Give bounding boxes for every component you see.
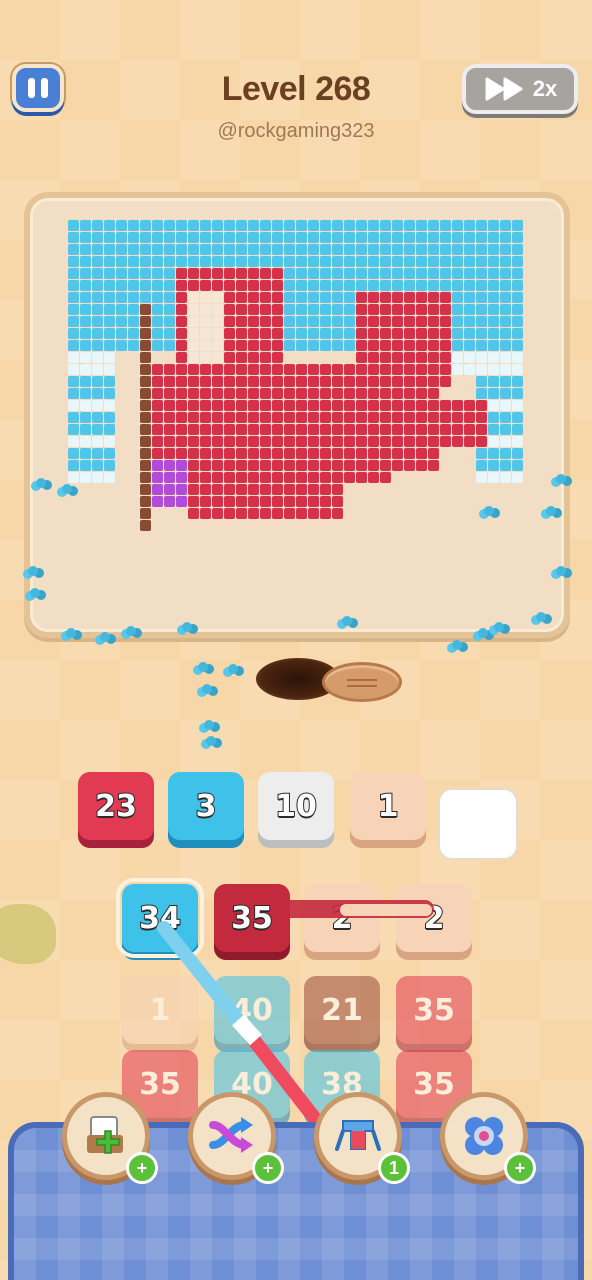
magnet-badge: 1 (378, 1152, 410, 1184)
add-slot-icon (87, 1116, 123, 1154)
shuffle-badge: + (252, 1152, 284, 1184)
freeze-icon (465, 1117, 503, 1155)
add-slot-badge: + (126, 1152, 158, 1184)
magnet-beam (157, 921, 323, 1127)
magnet-icon (335, 1120, 381, 1151)
freeze-badge: + (504, 1152, 536, 1184)
game-screen: Level 268 @rockgaming323 2x 23 3 10 1 34… (0, 0, 592, 1280)
shuffle-icon (209, 1117, 253, 1153)
